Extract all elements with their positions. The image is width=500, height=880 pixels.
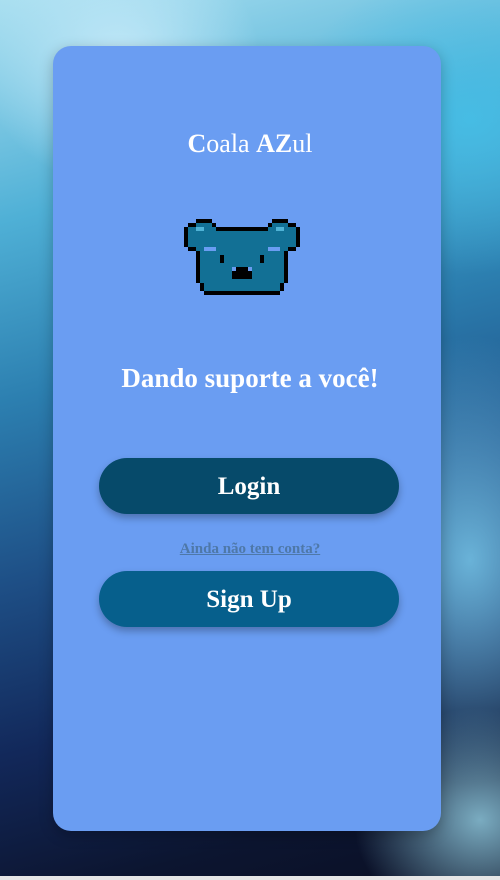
app-title-initial: C	[187, 129, 207, 158]
welcome-card	[53, 46, 441, 831]
koala-pixel-icon	[184, 219, 300, 295]
signup-prompt-link[interactable]: Ainda não tem conta?	[0, 540, 500, 558]
login-button[interactable]: Login	[99, 458, 399, 514]
app-title-rest: oala	[206, 129, 257, 158]
app-title: Coala AZul	[0, 128, 500, 160]
bottom-edge	[0, 876, 500, 880]
signup-button[interactable]: Sign Up	[99, 571, 399, 627]
app-title-az: AZ	[256, 129, 293, 158]
app-title-suffix: ul	[292, 129, 313, 158]
tagline: Dando suporte a você!	[121, 363, 379, 393]
